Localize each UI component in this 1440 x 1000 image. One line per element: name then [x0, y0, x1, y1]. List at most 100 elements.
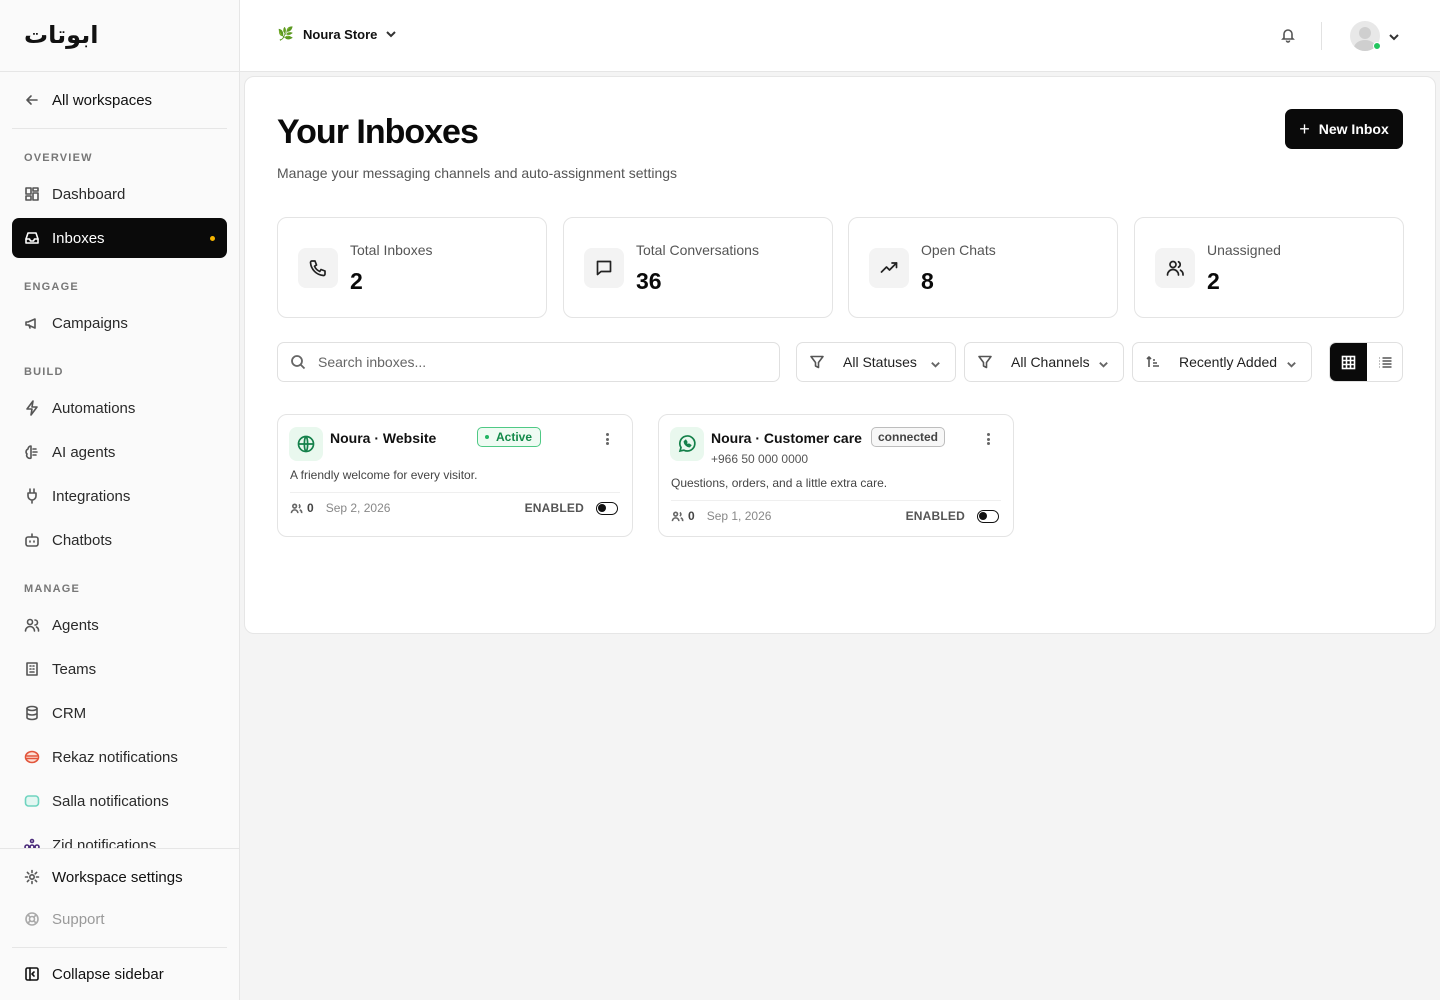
status-dot: [485, 435, 489, 439]
status-badge-label: connected: [878, 430, 939, 444]
sidebar-item-zid-notifications[interactable]: Zid notifications: [12, 825, 227, 848]
sidebar-item-label: Chatbots: [52, 531, 113, 549]
stat-card-total-inboxes: Total Inboxes 2: [277, 217, 547, 318]
stat-value: 8: [921, 268, 934, 294]
stat-label: Total Conversations: [636, 242, 759, 258]
inbox-card-footer: 0 Sep 2, 2026 ENABLED: [290, 499, 618, 517]
grid-view-button[interactable]: [1330, 343, 1367, 381]
sort-dropdown[interactable]: Recently Added: [1132, 342, 1312, 382]
chevron-down-icon: [1098, 357, 1109, 368]
sidebar-item-label: Campaigns: [52, 314, 128, 332]
inbox-card[interactable]: Noura · Customer care connected +966 50 …: [658, 414, 1014, 537]
inbox-name: Noura · Website: [330, 430, 437, 446]
new-inbox-label: New Inbox: [1318, 121, 1389, 137]
panel-left-icon: [24, 966, 40, 982]
stat-value: 2: [1207, 268, 1220, 294]
store-switcher[interactable]: 🌿 Noura Store: [277, 25, 397, 43]
sidebar-item-campaigns[interactable]: Campaigns: [12, 303, 227, 343]
life-buoy-icon: [24, 911, 40, 927]
sidebar-item-integrations[interactable]: Integrations: [12, 476, 227, 516]
inbox-icon: [24, 230, 40, 246]
phone-icon: [298, 248, 338, 288]
sidebar-item-label: Salla notifications: [52, 792, 169, 810]
chevron-down-icon[interactable]: [1388, 30, 1400, 42]
agent-count: 0: [307, 501, 314, 515]
sidebar-item-crm[interactable]: CRM: [12, 693, 227, 733]
sidebar-item-teams[interactable]: Teams: [12, 649, 227, 689]
sidebar: ابوتات All workspaces OVERVIEW Dashboard…: [0, 0, 240, 1000]
filter-icon: [977, 354, 993, 370]
channel-filter-dropdown[interactable]: All Channels: [964, 342, 1124, 382]
bell-icon[interactable]: [1280, 27, 1298, 45]
inbox-description: Questions, orders, and a little extra ca…: [671, 476, 888, 490]
sidebar-item-label: Workspace settings: [52, 868, 183, 886]
search-input[interactable]: [318, 354, 758, 370]
dashboard-icon: [24, 186, 40, 202]
users-icon: [24, 617, 40, 633]
bot-icon: [24, 532, 40, 548]
sidebar-item-agents[interactable]: Agents: [12, 605, 227, 645]
sidebar-divider: [12, 128, 227, 129]
status-badge-label: Active: [496, 430, 533, 444]
chevron-down-icon: [930, 357, 941, 368]
sidebar-item-chatbots[interactable]: Chatbots: [12, 520, 227, 560]
status-filter-dropdown[interactable]: All Statuses: [796, 342, 956, 382]
rekaz-logo-icon: [24, 749, 40, 765]
search-icon: [291, 355, 306, 370]
sidebar-divider: [0, 71, 240, 72]
chevron-down-icon: [1286, 357, 1297, 368]
workspace-settings-link[interactable]: Workspace settings: [12, 857, 227, 897]
plug-icon: [24, 488, 40, 504]
building-icon: [24, 661, 40, 677]
all-workspaces-label: All workspaces: [52, 91, 153, 109]
support-link[interactable]: Support: [12, 899, 227, 939]
sidebar-item-inboxes[interactable]: Inboxes: [12, 218, 227, 258]
message-square-icon: [584, 248, 624, 288]
megaphone-icon: [24, 315, 40, 331]
globe-icon: [289, 427, 323, 461]
stat-label: Unassigned: [1207, 242, 1281, 258]
sidebar-item-ai-agents[interactable]: AI agents: [12, 432, 227, 472]
list-icon: [1379, 356, 1391, 368]
status-badge: Active: [477, 427, 542, 447]
channel-filter-value: All Channels: [1011, 354, 1090, 370]
trending-up-icon: [869, 248, 909, 288]
enable-toggle[interactable]: [596, 501, 618, 515]
new-inbox-button[interactable]: + New Inbox: [1285, 109, 1403, 149]
sidebar-item-dashboard[interactable]: Dashboard: [12, 174, 227, 214]
more-options-icon[interactable]: [602, 431, 612, 447]
all-workspaces-link[interactable]: All workspaces: [12, 80, 227, 120]
collapse-sidebar-button[interactable]: Collapse sidebar: [12, 954, 227, 994]
inbox-card[interactable]: Noura · Website Active A friendly welcom…: [277, 414, 633, 537]
database-icon: [24, 705, 40, 721]
sidebar-item-label: Inboxes: [52, 229, 105, 247]
sidebar-item-label: CRM: [52, 704, 87, 722]
sidebar-item-label: AI agents: [52, 443, 116, 461]
search-box: [277, 342, 780, 382]
more-options-icon[interactable]: [983, 431, 993, 447]
sidebar-item-automations[interactable]: Automations: [12, 388, 227, 428]
inbox-name: Noura · Customer care: [711, 430, 862, 446]
sidebar-item-label: Teams: [52, 660, 97, 678]
sidebar-item-label: Agents: [52, 616, 99, 634]
enable-toggle[interactable]: [977, 509, 999, 523]
sidebar-item-label: Support: [52, 910, 105, 928]
brand-logo[interactable]: ابوتات: [24, 20, 98, 50]
list-view-button[interactable]: [1367, 343, 1402, 381]
inboxes-panel: Your Inboxes Manage your messaging chann…: [244, 76, 1436, 634]
gear-icon: [24, 869, 40, 885]
sidebar-item-rekaz-notifications[interactable]: Rekaz notifications: [12, 737, 227, 777]
sidebar-item-label: Automations: [52, 399, 136, 417]
section-label-build: BUILD: [24, 366, 64, 378]
stat-card-open-chats: Open Chats 8: [848, 217, 1118, 318]
sidebar-divider: [12, 947, 227, 948]
zap-icon: [24, 400, 40, 416]
page-subtitle: Manage your messaging channels and auto-…: [277, 165, 678, 181]
chevron-down-icon: [386, 31, 397, 38]
sidebar-item-label: Integrations: [52, 487, 131, 505]
users-icon: [1155, 248, 1195, 288]
sidebar-item-salla-notifications[interactable]: Salla notifications: [12, 781, 227, 821]
section-label-overview: OVERVIEW: [24, 152, 93, 164]
zid-logo-icon: [24, 837, 40, 848]
leaf-icon: 🌿: [277, 26, 295, 41]
